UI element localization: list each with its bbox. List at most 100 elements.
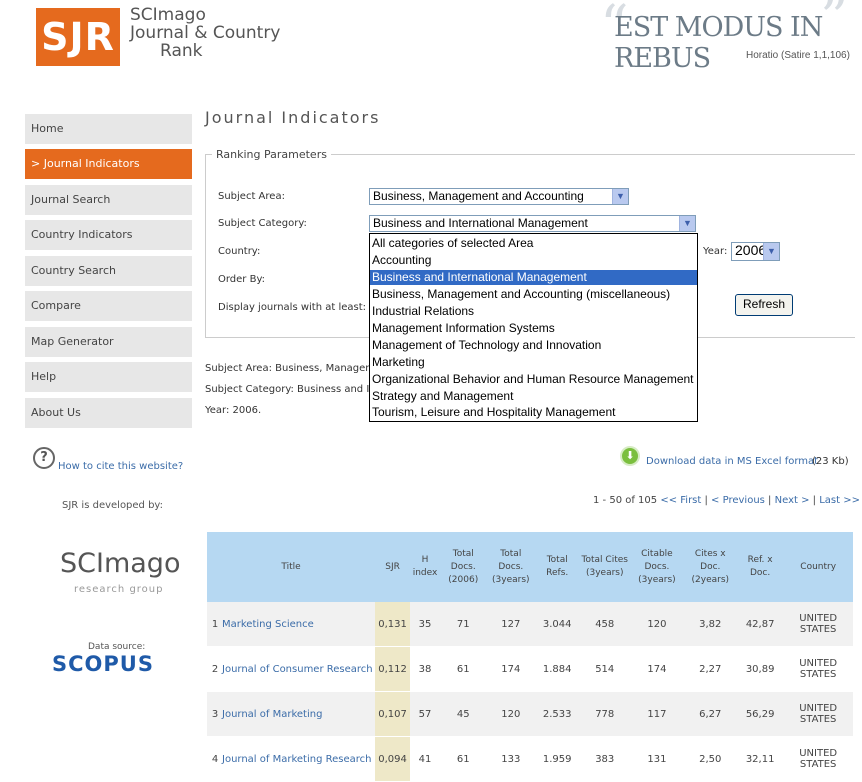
refs-value: 1.884 [535,646,580,692]
cites-value: 778 [579,691,631,737]
refresh-button[interactable]: Refresh [735,294,793,316]
logo-line-1: SCImago [130,5,206,25]
order-by-label: Order By: [218,274,266,285]
citable-docs-value: 120 [630,602,684,647]
chevron-down-icon[interactable]: ▼ [612,189,628,204]
col-citable-docs[interactable]: Citable Docs. (3years) [630,532,684,602]
dropdown-option[interactable]: Accounting [370,253,697,268]
table-row: 3 Journal of Marketing 0,107 57 45 120 2.… [207,691,853,737]
dropdown-option[interactable]: Management of Technology and Innovation [370,338,697,353]
table-row: 1 Marketing Science 0,131 35 71 127 3.044… [207,602,853,647]
subject-category-value: Business and International Management [373,216,588,230]
col-cites-per-doc[interactable]: Cites x Doc. (2years) [683,532,737,602]
motto: EST MODUS IN REBUS [614,12,823,74]
page-title: Journal Indicators [205,108,381,127]
col-total-refs[interactable]: Total Refs. [535,532,580,602]
subject-area-value: Business, Management and Accounting [373,189,584,203]
subject-category-dropdown[interactable]: All categories of selected Area Accounti… [369,233,698,422]
nav-journal-search[interactable]: Journal Search [25,185,192,215]
table-row: 4 Journal of Marketing Research 0,094 41 … [207,736,853,782]
dropdown-option[interactable]: Marketing [370,355,697,370]
dropdown-option[interactable]: Strategy and Management [370,389,697,404]
col-country[interactable]: Country [783,532,853,602]
journal-link[interactable]: Journal of Marketing [222,709,322,720]
chevron-down-icon[interactable]: ▼ [679,216,695,231]
scimago-logo[interactable]: SCImago [60,548,180,579]
dropdown-option[interactable]: Tourism, Leisure and Hospitality Managem… [370,405,697,420]
nav-country-search[interactable]: Country Search [25,256,192,286]
dropdown-option[interactable]: All categories of selected Area [370,236,697,251]
chevron-down-icon[interactable]: ▼ [763,243,779,260]
row-rank: 1 [211,618,219,630]
row-rank: 4 [211,753,219,765]
country-value: UNITED STATES [783,602,853,647]
h-index-value: 57 [409,691,441,737]
ranking-parameters-legend: Ranking Parameters [212,148,331,161]
nav-home[interactable]: Home [25,114,192,144]
summary-area: Subject Area: Business, Managem [205,363,376,374]
dropdown-option-selected[interactable]: Business and International Management [370,270,697,285]
nav-map-generator[interactable]: Map Generator [25,327,192,357]
col-title[interactable]: Title [207,532,376,602]
docs-3years-value: 127 [486,602,536,647]
subject-category-select[interactable]: Business and International Management ▼ [369,215,696,232]
docs-3years-value: 133 [486,736,536,782]
col-sjr[interactable]: SJR [375,532,410,602]
journal-link[interactable]: Journal of Consumer Research [222,664,373,675]
citable-docs-value: 131 [630,736,684,782]
nav-about-us[interactable]: About Us [25,398,192,428]
nav-compare[interactable]: Compare [25,291,192,321]
docs-2006-value: 45 [440,691,487,737]
dropdown-option[interactable]: Business, Management and Accounting (mis… [370,287,697,302]
refs-value: 3.044 [535,602,580,647]
year-select[interactable]: 2006 ▼ [731,242,780,261]
journal-table: Title SJR H index Total Docs. (2006) Tot… [207,532,853,782]
cites-value: 514 [579,646,631,692]
h-index-value: 35 [409,602,441,647]
col-total-cites[interactable]: Total Cites (3years) [579,532,631,602]
download-icon[interactable]: ⬇ [620,446,640,466]
nav-country-indicators[interactable]: Country Indicators [25,220,192,250]
help-icon: ? [33,447,55,469]
dropdown-option[interactable]: Industrial Relations [370,304,697,319]
col-total-docs-2006[interactable]: Total Docs. (2006) [440,532,487,602]
cite-link[interactable]: How to cite this website? [58,461,183,472]
sjr-logo[interactable]: SJR [36,8,120,66]
country-value: UNITED STATES [783,646,853,692]
docs-2006-value: 61 [440,736,487,782]
citable-docs-value: 117 [630,691,684,737]
display-at-least-label: Display journals with at least: [218,302,367,313]
journal-link[interactable]: Journal of Marketing Research [222,754,371,765]
pagination-previous[interactable]: < Previous [711,495,765,506]
journal-link[interactable]: Marketing Science [222,619,314,630]
table-header-row: Title SJR H index Total Docs. (2006) Tot… [207,532,853,602]
pagination-last[interactable]: Last >> [819,495,860,506]
pagination-next[interactable]: Next > [775,495,810,506]
col-total-docs-3years[interactable]: Total Docs. (3years) [486,532,536,602]
subject-area-select[interactable]: Business, Management and Accounting ▼ [369,188,629,205]
subject-category-label: Subject Category: [218,218,307,229]
cites-per-doc-value: 6,27 [683,691,737,737]
sjr-value: 0,131 [375,602,410,647]
motto-attribution: Horatio (Satire 1,1,106) [746,50,850,61]
nav-help[interactable]: Help [25,362,192,392]
year-value: 2006 [735,242,767,258]
nav-journal-indicators[interactable]: > Journal Indicators [25,149,192,179]
cites-value: 458 [579,602,631,647]
cites-value: 383 [579,736,631,782]
sjr-value: 0,094 [375,736,410,782]
pagination-first[interactable]: << First [660,495,701,506]
scopus-logo[interactable]: SCOPUS [52,652,154,676]
col-ref-per-doc[interactable]: Ref. x Doc. [736,532,784,602]
download-excel-link[interactable]: Download data in MS Excel format [646,456,818,467]
summary-category: Subject Category: Business and Ir [205,384,374,395]
dropdown-option[interactable]: Management Information Systems [370,321,697,336]
logo-line-2: Journal & Country [130,23,281,43]
pagination-range: 1 - 50 of 105 [593,495,658,506]
docs-2006-value: 61 [440,646,487,692]
col-h-index[interactable]: H index [409,532,441,602]
dropdown-option[interactable]: Organizational Behavior and Human Resour… [370,372,697,387]
download-size: (23 Kb) [812,456,849,467]
summary-year: Year: 2006. [205,405,262,416]
cites-per-doc-value: 2,50 [683,736,737,782]
